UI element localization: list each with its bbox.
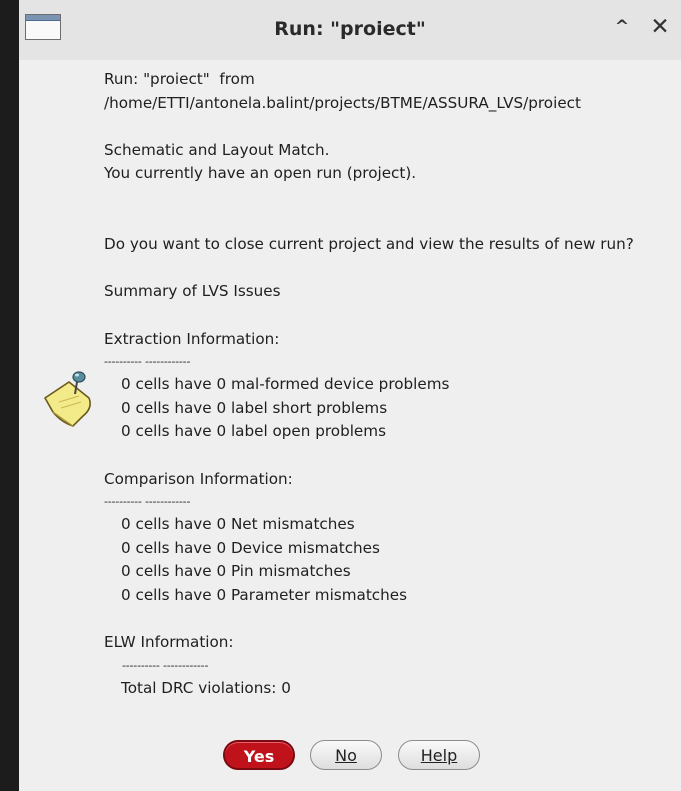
help-button-label: Help: [420, 746, 458, 765]
no-button[interactable]: No: [310, 740, 382, 770]
close-project-question: Do you want to close current project and…: [104, 235, 634, 254]
close-icon: ✕: [650, 14, 670, 40]
dialog-window: Run: "proiect" ^ ✕ Run: "proiect" from /…: [19, 0, 681, 791]
no-button-label: No: [335, 746, 357, 765]
elw-divider: ---------- ------------: [122, 658, 209, 672]
extraction-heading: Extraction Information:: [104, 329, 280, 348]
open-run-note: You currently have an open run (project)…: [104, 164, 417, 183]
comparison-item: 0 cells have 0 Device mismatches: [121, 538, 380, 557]
comparison-item: 0 cells have 0 Net mismatches: [121, 515, 355, 534]
extraction-item: 0 cells have 0 mal-formed device problem…: [121, 375, 450, 394]
extraction-divider: ---------- ------------: [104, 355, 191, 369]
yes-button-label: Yes: [243, 747, 275, 766]
run-line: Run: "proiect" from: [104, 70, 255, 88]
maximize-button[interactable]: ^: [609, 14, 635, 40]
window-title: Run: "proiect": [274, 18, 426, 40]
comparison-heading: Comparison Information:: [104, 469, 293, 488]
title-bar[interactable]: Run: "proiect" ^ ✕: [19, 0, 681, 60]
summary-heading: Summary of LVS Issues: [104, 282, 281, 301]
comparison-item: 0 cells have 0 Parameter mismatches: [121, 585, 408, 604]
comparison-item: 0 cells have 0 Pin mismatches: [121, 562, 351, 581]
elw-item: Total DRC violations: 0: [121, 678, 291, 697]
message-body: Run: "proiect" from /home/ETTI/antonela.…: [104, 68, 674, 700]
yes-button[interactable]: Yes: [223, 740, 295, 770]
extraction-item: 0 cells have 0 label short problems: [121, 398, 388, 417]
run-path: /home/ETTI/antonela.balint/projects/BTME…: [104, 93, 581, 112]
chevron-up-icon: ^: [614, 17, 630, 37]
extraction-item: 0 cells have 0 label open problems: [121, 422, 386, 441]
note-pushpin-icon: [43, 371, 91, 427]
elw-heading: ELW Information:: [104, 633, 234, 652]
match-status: Schematic and Layout Match.: [104, 140, 330, 159]
comparison-divider: ---------- ------------: [104, 495, 191, 509]
button-row: Yes No Help: [19, 740, 681, 774]
help-button[interactable]: Help: [398, 740, 480, 770]
close-button[interactable]: ✕: [647, 14, 673, 40]
